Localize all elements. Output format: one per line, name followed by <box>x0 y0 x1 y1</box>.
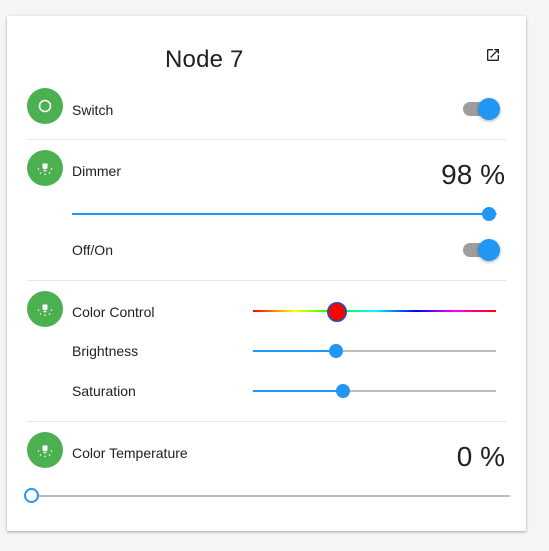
switch-label: Switch <box>72 102 114 118</box>
hue-thumb[interactable] <box>326 302 347 322</box>
entity-card: Node 7 Switch Dimmer 98 % Off/On Color C… <box>7 16 526 531</box>
switch-toggle[interactable] <box>463 98 500 120</box>
dimmer-label: Dimmer <box>72 163 121 179</box>
slider-rail <box>31 495 510 497</box>
dimmer-onoff-label: Off/On <box>72 242 113 258</box>
slider-fill <box>253 390 343 392</box>
divider <box>27 280 506 281</box>
slider-thumb[interactable] <box>481 207 496 221</box>
switch-icon <box>27 88 63 124</box>
dimmer-value: 98 % <box>441 159 505 190</box>
lightbulb-icon <box>27 150 63 186</box>
saturation-slider[interactable] <box>253 381 496 401</box>
slider-fill <box>72 213 489 215</box>
slider-thumb[interactable] <box>24 488 39 503</box>
dimmer-slider[interactable] <box>72 204 497 224</box>
color-control-label: Color Control <box>72 304 155 320</box>
slider-fill <box>253 350 336 352</box>
dimmer-toggle[interactable] <box>463 239 500 261</box>
open-in-new-icon[interactable] <box>485 47 501 63</box>
lightbulb-icon <box>27 432 63 468</box>
color-temperature-slider[interactable] <box>24 486 510 506</box>
color-temperature-label: Color Temperature <box>72 445 188 461</box>
card-title: Node 7 <box>165 46 244 73</box>
slider-thumb[interactable] <box>328 344 343 358</box>
saturation-label: Saturation <box>72 383 136 399</box>
brightness-slider[interactable] <box>253 341 496 361</box>
color-temperature-value: 0 % <box>456 441 505 472</box>
divider <box>27 139 506 140</box>
hue-slider[interactable] <box>253 301 496 322</box>
lightbulb-icon <box>27 291 63 327</box>
slider-thumb[interactable] <box>335 384 350 398</box>
toggle-thumb <box>478 98 500 120</box>
hue-rail <box>253 310 496 312</box>
brightness-label: Brightness <box>72 343 139 359</box>
divider <box>27 421 506 422</box>
toggle-thumb <box>478 239 500 261</box>
